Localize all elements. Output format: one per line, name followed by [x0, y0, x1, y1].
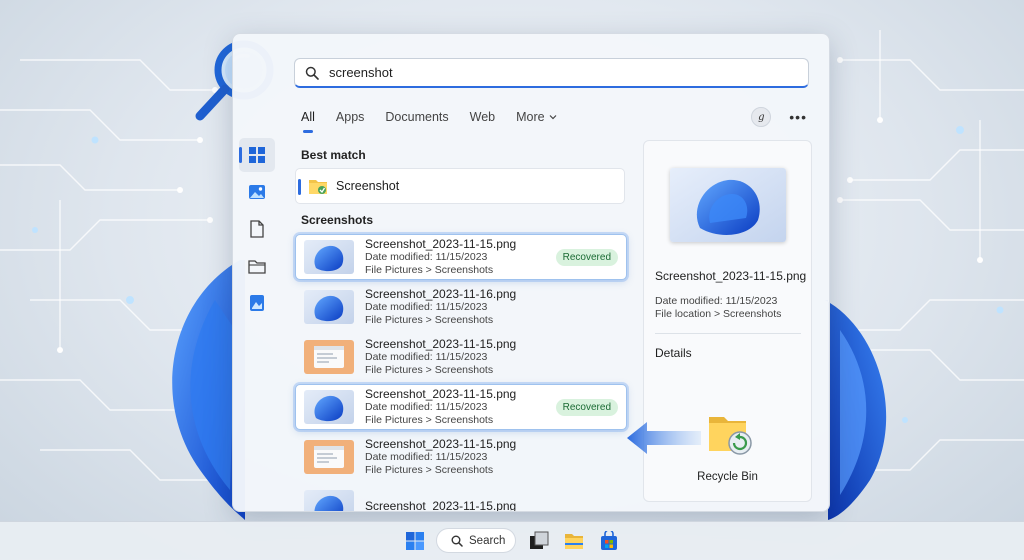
preview-thumbnail	[670, 168, 786, 242]
screenshots-heading: Screenshots	[301, 213, 374, 227]
taskbar-search[interactable]: Search	[436, 528, 516, 553]
folder-outline-icon	[248, 260, 266, 274]
tab-documents[interactable]: Documents	[385, 110, 448, 124]
tab-apps[interactable]: Apps	[336, 110, 365, 124]
search-icon	[305, 66, 319, 80]
preview-divider	[655, 333, 801, 334]
tab-more[interactable]: More	[516, 110, 557, 124]
result-text: Screenshot_2023-11-16.png Date modified:…	[365, 288, 516, 327]
result-thumbnail	[304, 390, 354, 424]
result-date: Date modified: 11/15/2023	[365, 451, 488, 464]
result-filename: Screenshot_2023-11-15.png	[365, 386, 517, 401]
result-location: File Pictures > Screenshots	[365, 363, 494, 376]
result-filename: Screenshot_2023-11-16.png	[365, 286, 517, 301]
photos-icon	[249, 185, 265, 199]
result-text: Screenshot_2023-11-15.png Date modified:…	[365, 388, 516, 427]
result-thumbnail	[304, 340, 354, 374]
folder-icon	[309, 180, 327, 194]
result-row[interactable]: Screenshot_2023-11-15.png	[295, 484, 627, 512]
chevron-down-icon	[549, 115, 557, 120]
result-thumbnail	[304, 290, 354, 324]
rail-all[interactable]	[239, 138, 275, 172]
file-explorer-icon[interactable]	[564, 531, 584, 551]
best-match-name: Screenshot	[336, 179, 400, 193]
result-location: File Pictures > Screenshots	[365, 313, 494, 326]
results-list: Screenshot_2023-11-15.png Date modified:…	[295, 234, 627, 512]
search-panel: All Apps Documents Web More g •••	[232, 33, 830, 512]
top-right-actions: g •••	[751, 107, 807, 127]
result-location: File Pictures > Screenshots	[365, 413, 494, 426]
result-filename: Screenshot_2023-11-15.png	[365, 336, 517, 351]
account-icon[interactable]: g	[751, 107, 772, 127]
result-thumbnail	[304, 490, 354, 511]
result-row[interactable]: Screenshot_2023-11-15.png Date modified:…	[295, 234, 627, 280]
result-text: Screenshot_2023-11-15.png Date modified:…	[365, 438, 516, 477]
result-thumbnail	[304, 240, 354, 274]
preview-title: Screenshot_2023-11-15.png	[655, 269, 807, 283]
best-match-item[interactable]: Screenshot	[295, 168, 625, 204]
result-row[interactable]: Screenshot_2023-11-16.png Date modified:…	[295, 284, 627, 330]
rail-folders[interactable]	[239, 249, 275, 283]
taskbar: Search	[0, 521, 1024, 560]
result-filename: Screenshot_2023-11-15.png	[365, 236, 517, 251]
result-date: Date modified: 11/15/2023	[365, 351, 488, 364]
rail-pictures[interactable]	[239, 286, 275, 320]
result-row[interactable]: Screenshot_2023-11-15.png Date modified:…	[295, 434, 627, 480]
result-date: Date modified: 11/15/2023	[365, 401, 488, 414]
search-input[interactable]	[327, 64, 771, 81]
result-location: File Pictures > Screenshots	[365, 263, 494, 276]
grid-icon	[249, 147, 265, 163]
result-location: File Pictures > Screenshots	[365, 463, 494, 476]
recycle-bin-label: Recycle Bin	[697, 471, 758, 483]
more-options-icon[interactable]: •••	[789, 109, 807, 125]
rail-documents[interactable]	[239, 212, 275, 246]
preview-location: File location > Screenshots	[655, 308, 782, 320]
result-filename: Screenshot_2023-11-15.png	[365, 499, 517, 512]
recovered-badge: Recovered	[555, 249, 618, 266]
result-text: Screenshot_2023-11-15.png	[365, 499, 517, 512]
search-icon	[451, 535, 463, 547]
tab-more-label: More	[516, 110, 545, 124]
result-date: Date modified: 11/15/2023	[365, 301, 488, 314]
result-thumbnail	[304, 440, 354, 474]
rail-photos[interactable]	[239, 175, 275, 209]
task-view-icon[interactable]	[529, 531, 549, 551]
left-rail	[239, 138, 275, 323]
taskbar-search-label: Search	[469, 534, 506, 547]
tab-web[interactable]: Web	[470, 110, 495, 124]
picture-icon	[250, 295, 264, 311]
recovered-badge: Recovered	[555, 399, 618, 416]
result-text: Screenshot_2023-11-15.png Date modified:…	[365, 238, 516, 277]
result-date: Date modified: 11/15/2023	[365, 251, 488, 264]
windows-logo-icon[interactable]	[405, 531, 425, 551]
result-row[interactable]: Screenshot_2023-11-15.png Date modified:…	[295, 334, 627, 380]
filter-tabs: All Apps Documents Web More	[301, 110, 578, 133]
search-box[interactable]	[294, 58, 809, 88]
restore-arrow-icon	[627, 422, 701, 454]
result-text: Screenshot_2023-11-15.png Date modified:…	[365, 338, 516, 377]
recycle-bin-icon[interactable]	[706, 409, 754, 457]
preview-date: Date modified: 11/15/2023	[655, 295, 778, 307]
document-icon	[250, 220, 264, 238]
store-icon[interactable]	[599, 531, 619, 551]
result-row[interactable]: Screenshot_2023-11-15.png Date modified:…	[295, 384, 627, 430]
best-match-heading: Best match	[301, 148, 366, 162]
tab-all[interactable]: All	[301, 110, 315, 133]
result-filename: Screenshot_2023-11-15.png	[365, 436, 517, 451]
details-heading: Details	[655, 346, 692, 360]
